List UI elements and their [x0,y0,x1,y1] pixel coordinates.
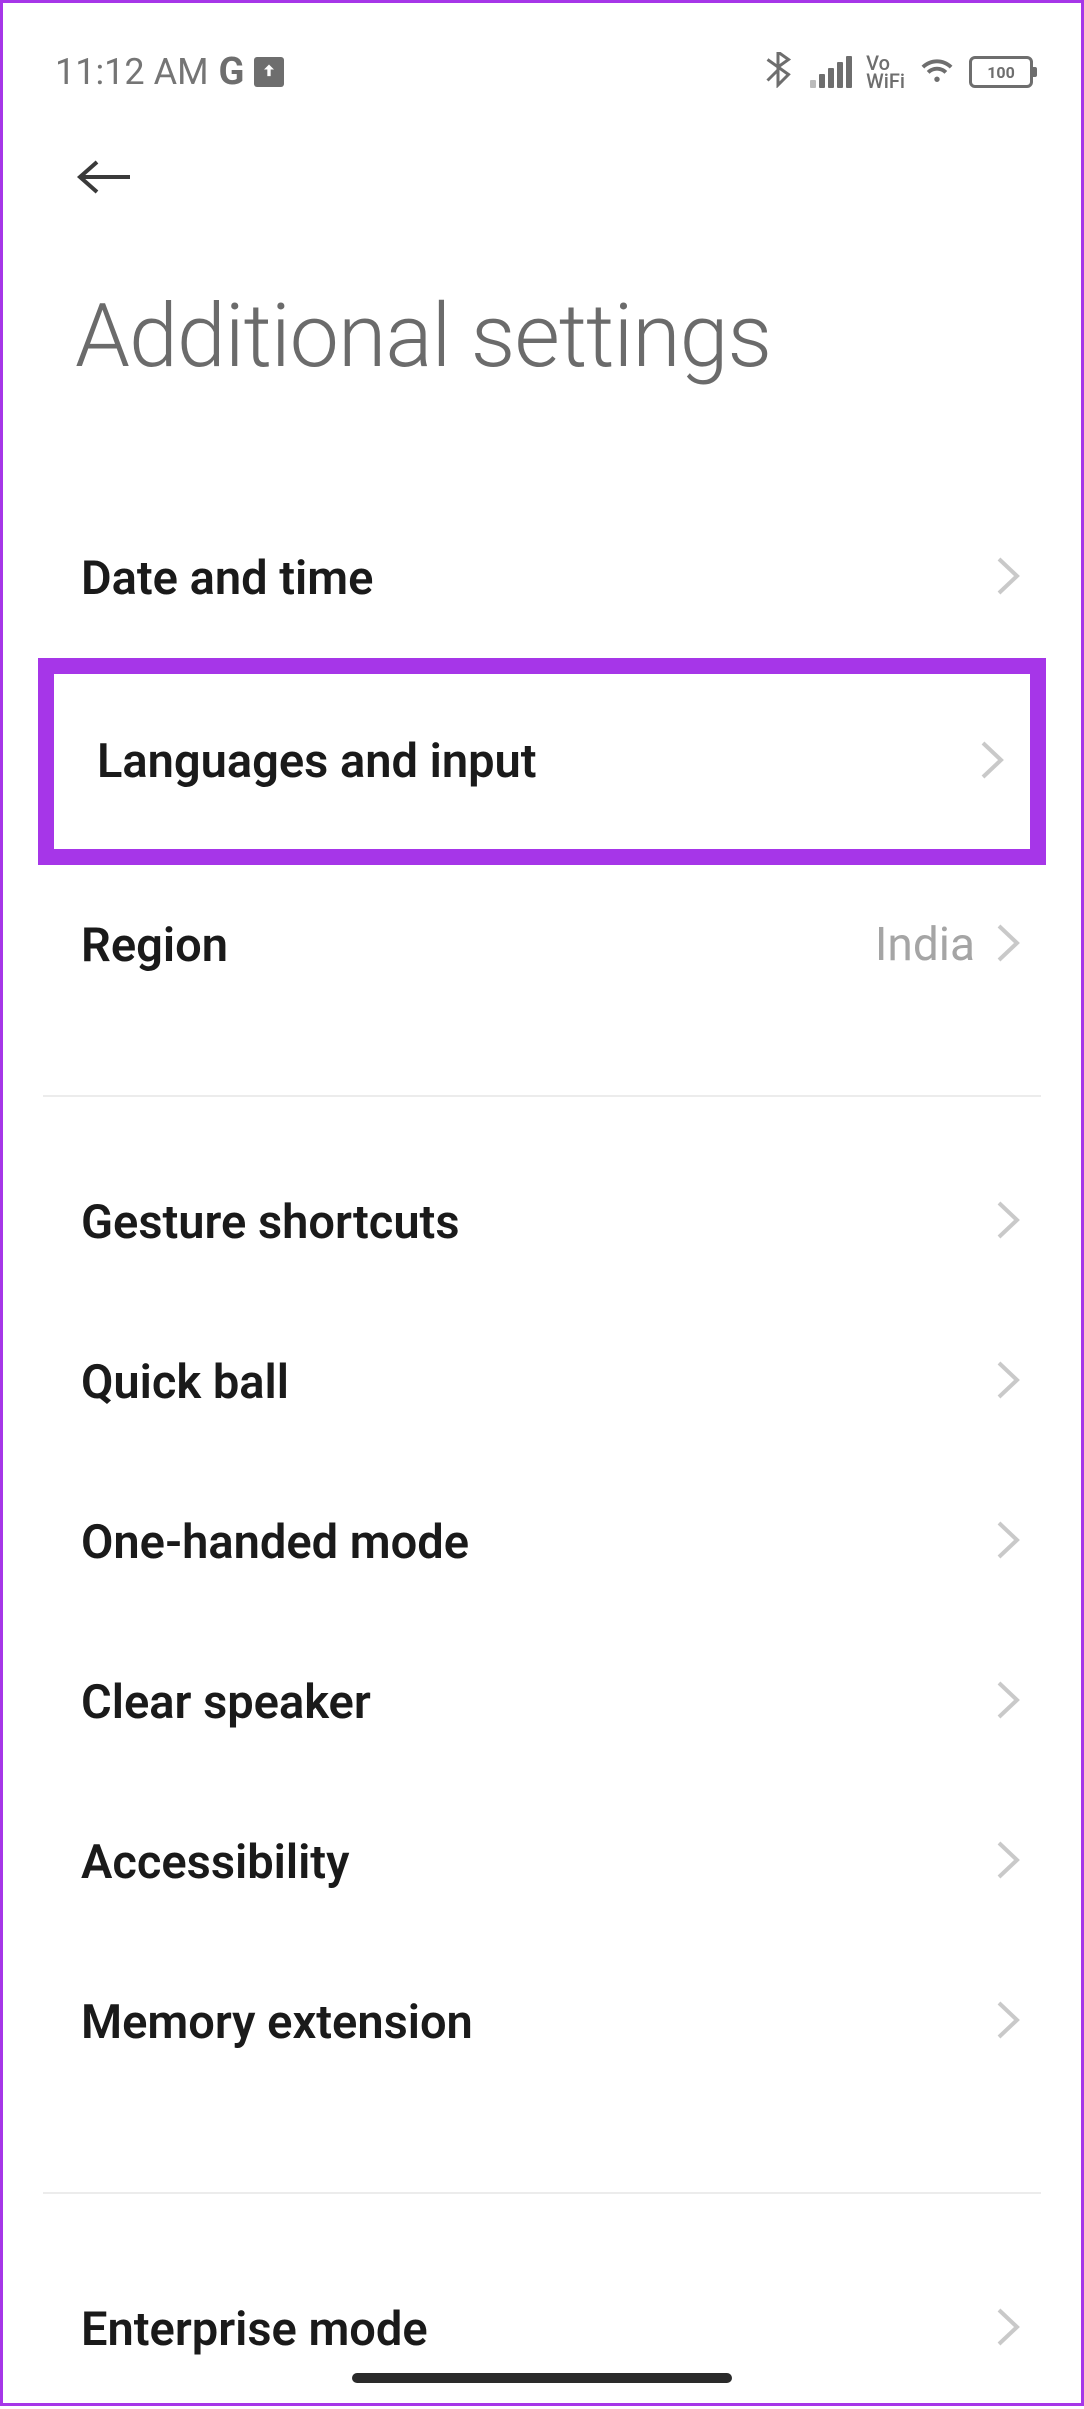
divider [43,2192,1041,2194]
chevron-right-icon [995,1839,1021,1885]
signal-icon [810,56,852,88]
setting-label: Date and time [81,551,373,606]
setting-value: India [875,918,975,972]
status-right: Vo WiFi 100 [760,52,1033,92]
status-bar: 11:12 AM G Vo WiFi 100 [3,3,1081,103]
setting-label: Languages and input [97,734,537,789]
status-time: 11:12 AM [55,51,209,93]
wifi-icon [919,52,955,92]
setting-date-time[interactable]: Date and time [3,498,1081,658]
setting-label: One-handed mode [81,1515,469,1570]
setting-label: Quick ball [81,1355,289,1410]
setting-label: Gesture shortcuts [81,1195,460,1250]
chevron-right-icon [995,1999,1021,2045]
page-title: Additional settings [3,205,1081,388]
battery-icon: 100 [969,56,1033,88]
setting-region[interactable]: Region India [3,865,1081,1025]
divider [43,1095,1041,1097]
highlight-languages-input: Languages and input [38,658,1046,865]
vowifi-icon: Vo WiFi [866,54,905,90]
home-indicator[interactable] [352,2373,732,2383]
setting-memory-extension[interactable]: Memory extension [3,1942,1081,2102]
chevron-right-icon [979,739,1005,785]
setting-gesture-shortcuts[interactable]: Gesture shortcuts [3,1142,1081,1302]
chevron-right-icon [995,1679,1021,1725]
chevron-right-icon [995,2306,1021,2352]
status-left: 11:12 AM G [55,50,284,94]
setting-label: Clear speaker [81,1675,371,1730]
setting-label: Region [81,918,228,973]
setting-label: Enterprise mode [81,2302,428,2357]
setting-label: Accessibility [81,1835,349,1890]
chevron-right-icon [995,1199,1021,1245]
bluetooth-icon [760,52,796,92]
upload-icon [254,57,284,87]
setting-label: Memory extension [81,1995,473,2050]
setting-one-handed[interactable]: One-handed mode [3,1462,1081,1622]
setting-quick-ball[interactable]: Quick ball [3,1302,1081,1462]
chevron-right-icon [995,1359,1021,1405]
google-icon: G [219,50,245,94]
chevron-right-icon [995,555,1021,601]
setting-enterprise-mode[interactable]: Enterprise mode [3,2249,1081,2409]
back-button[interactable] [3,103,1081,205]
chevron-right-icon [995,1519,1021,1565]
settings-list: Date and time Languages and input Region… [3,388,1081,2409]
setting-languages-input[interactable]: Languages and input [54,674,1030,849]
arrow-left-icon [75,153,135,201]
settings-group: Gesture shortcuts Quick ball One-handed … [3,1142,1081,2102]
chevron-right-icon [995,922,1021,968]
setting-accessibility[interactable]: Accessibility [3,1782,1081,1942]
setting-clear-speaker[interactable]: Clear speaker [3,1622,1081,1782]
